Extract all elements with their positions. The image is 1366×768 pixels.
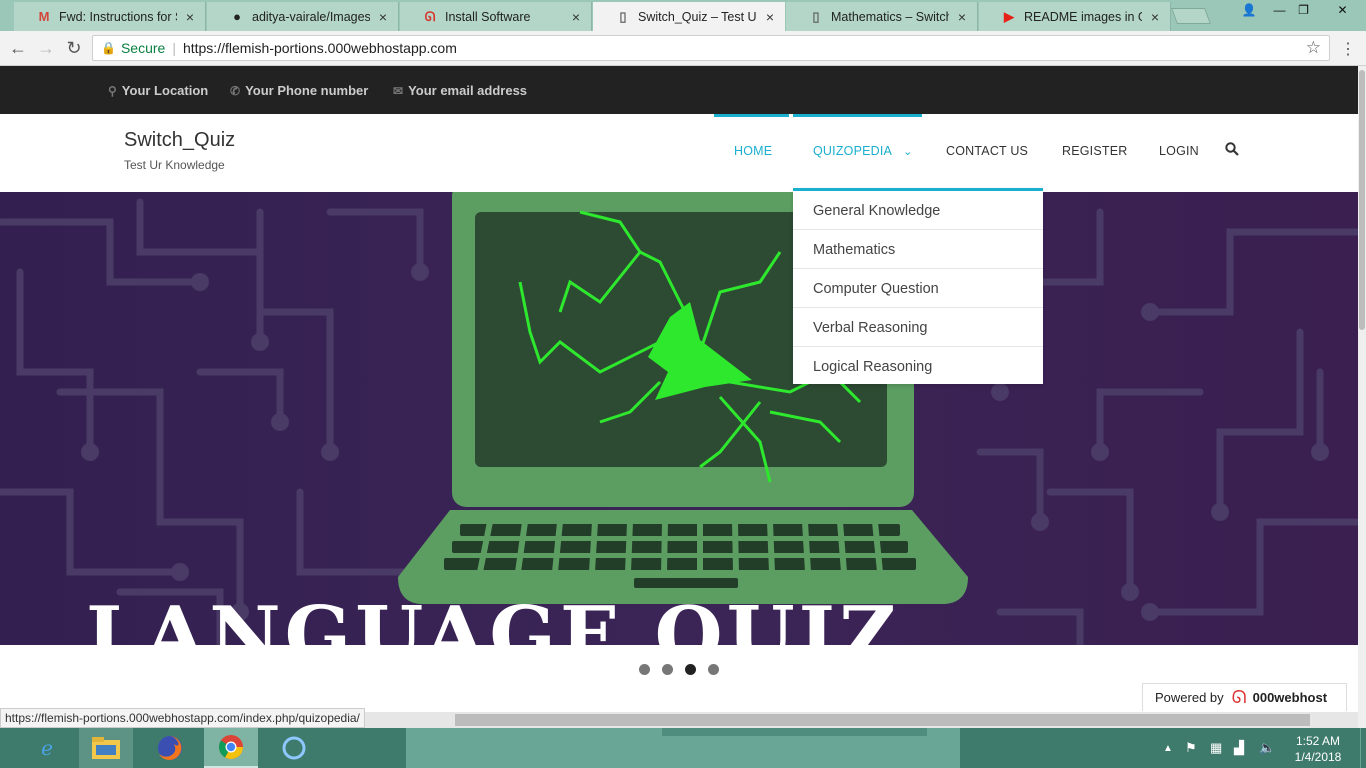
taskbar-clock[interactable]: 1:52 AM 1/4/2018	[1288, 733, 1348, 765]
nav-quizopedia-label: QUIZOPEDIA	[813, 144, 892, 158]
envelope-icon: ✉	[393, 83, 404, 98]
nav-home[interactable]: HOME	[734, 144, 772, 158]
flag-icon[interactable]: ⚑	[1185, 740, 1197, 756]
lock-icon: 🔒	[101, 41, 116, 55]
map-marker-icon: ⚲	[108, 83, 117, 98]
nav-quizopedia[interactable]: QUIZOPEDIA ⌄	[813, 144, 913, 158]
site-header: Switch_Quiz Test Ur Knowledge HOME QUIZO…	[0, 114, 1358, 192]
close-icon[interactable]: ×	[376, 9, 390, 25]
chrome-icon[interactable]	[204, 728, 258, 768]
000webhost-icon: ᘏ	[424, 8, 436, 24]
browser-toolbar: ← → ↻ 🔒 Secure | https://flemish-portion…	[0, 31, 1366, 66]
close-icon[interactable]: ×	[183, 9, 197, 25]
site-topbar: ⚲ Your Location ✆ Your Phone number ✉ Yo…	[0, 66, 1358, 114]
close-icon[interactable]: ×	[955, 9, 969, 25]
clock-time: 1:52 AM	[1295, 734, 1341, 748]
gmail-icon: M	[38, 9, 50, 24]
close-icon[interactable]: ×	[763, 9, 777, 25]
nav-active-indicator	[714, 114, 789, 117]
browser-tab[interactable]: ᘏ Install Software ×	[400, 2, 592, 31]
address-separator: |	[172, 40, 176, 56]
tab-title: Mathematics – Switch_Q	[831, 9, 949, 24]
secure-label: Secure	[120, 40, 166, 56]
page-icon: ▯	[812, 8, 820, 24]
volume-icon[interactable]: 🔈	[1259, 740, 1275, 756]
browser-menu-icon[interactable]: ⋮	[1340, 39, 1356, 59]
000webhost-logo-icon: ᘏ	[1231, 687, 1247, 707]
dropdown-item-computer-question[interactable]: Computer Question	[793, 269, 1043, 308]
browser-tab[interactable]: M Fwd: Instructions for Sub ×	[14, 2, 206, 31]
phone-text: Your Phone number	[245, 83, 369, 98]
tab-title: Install Software	[445, 9, 531, 24]
location-info: ⚲ Your Location	[108, 83, 208, 98]
show-hidden-icons-chevron-icon[interactable]: ▲	[1163, 743, 1173, 754]
status-url-bubble: https://flemish-portions.000webhostapp.c…	[0, 708, 365, 728]
browser-tab[interactable]: ▶ README images in Githu ×	[979, 2, 1171, 31]
tab-title: Switch_Quiz – Test Ur Kn	[638, 9, 757, 24]
bookmark-star-icon[interactable]: ☆	[1306, 38, 1321, 58]
github-icon: ●	[233, 9, 241, 24]
email-info: ✉ Your email address	[393, 83, 527, 98]
location-text: Your Location	[121, 83, 209, 98]
nav-contact-us[interactable]: CONTACT US	[946, 144, 1028, 158]
dropdown-item-logical-reasoning[interactable]: Logical Reasoning	[793, 347, 1043, 386]
nav-hover-indicator	[793, 114, 922, 117]
close-icon[interactable]: ×	[569, 9, 583, 25]
youtube-icon: ▶	[1004, 8, 1014, 24]
slider-dot[interactable]	[639, 664, 650, 675]
slider-dot-active[interactable]	[685, 664, 696, 675]
clock-date: 1/4/2018	[1294, 750, 1342, 764]
reload-icon[interactable]: ↻	[62, 37, 86, 59]
window-close-button[interactable]: ✕	[1320, 0, 1365, 20]
hero-image	[0, 192, 1358, 645]
new-tab-button[interactable]	[1171, 8, 1211, 24]
dropdown-item-mathematics[interactable]: Mathematics	[793, 230, 1043, 269]
phone-info: ✆ Your Phone number	[230, 83, 368, 98]
slider-dot[interactable]	[708, 664, 719, 675]
nav-login[interactable]: LOGIN	[1159, 144, 1199, 158]
back-arrow-icon[interactable]: ←	[6, 37, 30, 59]
slider-dot[interactable]	[662, 664, 673, 675]
browser-tab[interactable]: ▯ Mathematics – Switch_Q ×	[786, 2, 978, 31]
signal-icon[interactable]: ▟	[1234, 740, 1244, 756]
chevron-down-icon: ⌄	[903, 146, 913, 158]
quizopedia-dropdown: General Knowledge Mathematics Computer Q…	[793, 188, 1043, 384]
forward-arrow-icon[interactable]: →	[34, 37, 58, 59]
phone-icon: ✆	[230, 83, 241, 98]
url-text[interactable]: https://flemish-portions.000webhostapp.c…	[183, 40, 457, 56]
tab-title: aditya-vairale/Images-in	[252, 9, 370, 24]
site-tagline: Test Ur Knowledge	[124, 158, 225, 172]
hero-caption: LANGUAGE QUIZ	[86, 590, 901, 646]
nav-register[interactable]: REGISTER	[1062, 144, 1128, 158]
network-device-icon[interactable]: ▦	[1210, 740, 1222, 756]
internet-explorer-icon[interactable]: ℯ	[20, 728, 74, 768]
page-icon: ▯	[619, 8, 627, 24]
hero-slider: LANGUAGE QUIZ	[0, 192, 1358, 645]
browser-tab[interactable]: ● aditya-vairale/Images-in ×	[207, 2, 399, 31]
taskbar-strip	[662, 728, 927, 736]
powered-by-brand: 000webhost	[1252, 690, 1328, 705]
powered-by-label: Powered by	[1155, 690, 1224, 705]
address-bar[interactable]: 🔒 Secure | https://flemish-portions.000w…	[92, 35, 1330, 61]
firefox-icon[interactable]	[143, 728, 197, 768]
show-desktop-button[interactable]	[1360, 728, 1366, 768]
tab-title: Fwd: Instructions for Sub	[59, 9, 177, 24]
cortana-icon[interactable]	[267, 728, 321, 768]
site-title[interactable]: Switch_Quiz	[124, 129, 235, 152]
browser-tab-active[interactable]: ▯ Switch_Quiz – Test Ur Kn ×	[593, 2, 785, 31]
tab-title: README images in Githu	[1024, 9, 1142, 24]
horizontal-scrollbar-thumb[interactable]	[455, 714, 1310, 726]
search-icon[interactable]	[1225, 142, 1239, 161]
dropdown-item-general-knowledge[interactable]: General Knowledge	[793, 191, 1043, 230]
vertical-scrollbar-thumb[interactable]	[1359, 70, 1365, 330]
close-icon[interactable]: ×	[1148, 9, 1162, 25]
browser-tab-strip: M Fwd: Instructions for Sub × ● aditya-v…	[0, 0, 1366, 31]
email-text: Your email address	[408, 83, 528, 98]
powered-by-badge[interactable]: Powered by ᘏ 000webhost	[1142, 683, 1347, 711]
dropdown-item-verbal-reasoning[interactable]: Verbal Reasoning	[793, 308, 1043, 347]
file-explorer-icon[interactable]	[79, 728, 133, 768]
